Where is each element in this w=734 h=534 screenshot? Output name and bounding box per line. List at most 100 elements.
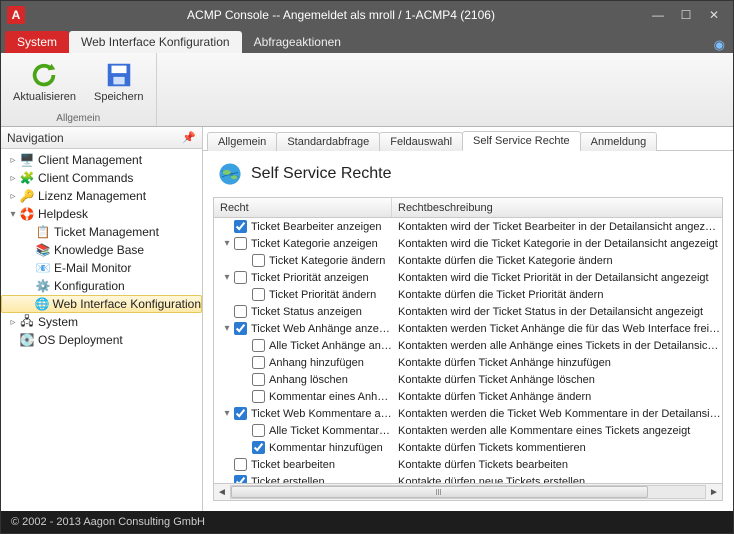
- right-checkbox[interactable]: [252, 373, 265, 386]
- right-label: Ticket Web Anhänge anzeigen: [251, 323, 392, 335]
- scroll-track[interactable]: [230, 485, 706, 499]
- table-row[interactable]: Ticket Kategorie ändernKontakte dürfen d…: [214, 252, 722, 269]
- right-label: Kommentar eines Anhan...: [269, 391, 392, 403]
- right-checkbox[interactable]: [252, 424, 265, 437]
- right-description: Kontakten wird die Ticket Kategorie in d…: [392, 238, 722, 250]
- table-row[interactable]: Ticket Status anzeigenKontakten wird der…: [214, 303, 722, 320]
- right-checkbox[interactable]: [234, 271, 247, 284]
- lifebuoy-icon: 🛟: [19, 206, 35, 222]
- navigation-tree: ▹🖥️Client Management ▹🧩Client Commands ▹…: [1, 149, 202, 511]
- tab-system[interactable]: System: [5, 31, 69, 53]
- right-checkbox[interactable]: [252, 356, 265, 369]
- table-row[interactable]: Alle Ticket Kommentare a...Kontakten wer…: [214, 422, 722, 439]
- right-label: Anhang hinzufügen: [269, 357, 364, 369]
- right-label: Alle Ticket Anhänge anze...: [269, 340, 392, 352]
- horizontal-scrollbar[interactable]: ◄ ►: [214, 483, 722, 500]
- table-row[interactable]: Anhang hinzufügenKontakte dürfen Ticket …: [214, 354, 722, 371]
- close-button[interactable]: ✕: [707, 8, 721, 22]
- table-row[interactable]: Ticket bearbeitenKontakte dürfen Tickets…: [214, 456, 722, 473]
- tree-client-management[interactable]: ▹🖥️Client Management: [1, 151, 202, 169]
- tree-helpdesk[interactable]: ▾🛟Helpdesk: [1, 205, 202, 223]
- tree-lizenz-management[interactable]: ▹🔑Lizenz Management: [1, 187, 202, 205]
- scroll-thumb[interactable]: [231, 486, 648, 498]
- right-checkbox[interactable]: [234, 220, 247, 233]
- status-bar: © 2002 - 2013 Aagon Consulting GmbH: [1, 511, 733, 533]
- right-description: Kontakten werden Ticket Anhänge die für …: [392, 323, 722, 335]
- tree-client-commands[interactable]: ▹🧩Client Commands: [1, 169, 202, 187]
- table-row[interactable]: ▾ Ticket Kategorie anzeigen Kontakten wird…: [214, 235, 722, 252]
- right-label: Alle Ticket Kommentare a...: [269, 425, 392, 437]
- save-label: Speichern: [94, 91, 144, 103]
- tree-web-interface-konfiguration[interactable]: 🌐Web Interface Konfiguration: [1, 295, 202, 313]
- right-checkbox[interactable]: [252, 288, 265, 301]
- right-label: Ticket erstellen: [251, 476, 325, 484]
- right-description: Kontakten wird der Ticket Bearbeiter in …: [392, 221, 722, 233]
- table-row[interactable]: ▾Ticket Web Kommentare anz...Kontakten w…: [214, 405, 722, 422]
- right-checkbox[interactable]: [252, 339, 265, 352]
- scroll-left-arrow[interactable]: ◄: [214, 484, 230, 500]
- grid-header: Recht Rechtbeschreibung: [214, 198, 722, 218]
- expand-toggle[interactable]: ▾: [220, 323, 234, 334]
- right-checkbox[interactable]: [234, 407, 247, 420]
- tab-feldauswahl[interactable]: Feldauswahl: [379, 132, 463, 151]
- refresh-button[interactable]: Aktualisieren: [9, 57, 80, 105]
- ticket-icon: 📋: [35, 224, 51, 240]
- col-recht[interactable]: Recht: [214, 198, 392, 217]
- right-checkbox[interactable]: [252, 390, 265, 403]
- table-row[interactable]: Anhang löschenKontakte dürfen Ticket Anh…: [214, 371, 722, 388]
- minimize-button[interactable]: —: [651, 8, 665, 22]
- table-row[interactable]: Kommentar hinzufügenKontakte dürfen Tick…: [214, 439, 722, 456]
- table-row[interactable]: Ticket Priorität ändernKontakte dürfen d…: [214, 286, 722, 303]
- right-label: Ticket bearbeiten: [251, 459, 335, 471]
- expand-toggle[interactable]: ▾: [220, 408, 234, 419]
- table-row[interactable]: Kommentar eines Anhan...Kontakte dürfen …: [214, 388, 722, 405]
- table-row[interactable]: Ticket Bearbeiter anzeigenKontakten wird…: [214, 218, 722, 235]
- right-description: Kontakten wird der Ticket Status in der …: [392, 306, 722, 318]
- tree-konfiguration[interactable]: ⚙️Konfiguration: [1, 277, 202, 295]
- mail-icon: 📧: [35, 260, 51, 276]
- right-description: Kontakten werden alle Anhänge eines Tick…: [392, 340, 722, 352]
- right-checkbox[interactable]: [234, 305, 247, 318]
- ribbon-tabstrip: System Web Interface Konfiguration Abfra…: [1, 29, 733, 53]
- right-label: Ticket Kategorie ändern: [269, 255, 385, 267]
- right-checkbox[interactable]: [252, 441, 265, 454]
- right-description: Kontakte dürfen Ticket Anhänge löschen: [392, 374, 722, 386]
- table-row[interactable]: ▾ Ticket Priorität anzeigen Kontakten wird…: [214, 269, 722, 286]
- tab-web-interface-konfiguration[interactable]: Web Interface Konfiguration: [69, 31, 242, 53]
- table-row[interactable]: Ticket erstellenKontakte dürfen neue Tic…: [214, 473, 722, 483]
- help-icon[interactable]: ◉: [714, 37, 725, 53]
- right-label: Ticket Priorität anzeigen: [251, 272, 369, 284]
- col-rechtbeschreibung[interactable]: Rechtbeschreibung: [392, 198, 722, 217]
- right-checkbox[interactable]: [234, 458, 247, 471]
- right-label: Ticket Kategorie anzeigen: [251, 238, 378, 250]
- table-row[interactable]: Alle Ticket Anhänge anze...Kontakten wer…: [214, 337, 722, 354]
- book-icon: 📚: [35, 242, 51, 258]
- tree-os-deployment[interactable]: 💽OS Deployment: [1, 331, 202, 349]
- save-button[interactable]: Speichern: [90, 57, 148, 105]
- tree-email-monitor[interactable]: 📧E-Mail Monitor: [1, 259, 202, 277]
- scroll-right-arrow[interactable]: ►: [706, 484, 722, 500]
- right-checkbox[interactable]: [234, 475, 247, 483]
- tree-system[interactable]: ▹🖧System: [1, 313, 202, 331]
- ribbon-group-label: Allgemein: [56, 113, 100, 124]
- copyright: © 2002 - 2013 Aagon Consulting GmbH: [11, 516, 205, 528]
- right-checkbox[interactable]: [234, 237, 247, 250]
- gear-icon: ⚙️: [35, 278, 51, 294]
- expand-toggle[interactable]: ▾: [220, 238, 234, 249]
- right-description: Kontakten werden die Ticket Web Kommenta…: [392, 408, 722, 420]
- expand-toggle[interactable]: ▾: [220, 272, 234, 283]
- right-description: Kontakten wird die Ticket Priorität in d…: [392, 272, 722, 284]
- app-window: A ACMP Console -- Angemeldet als mroll /…: [0, 0, 734, 534]
- tree-ticket-management[interactable]: 📋Ticket Management: [1, 223, 202, 241]
- right-checkbox[interactable]: [234, 322, 247, 335]
- tab-abfrageaktionen[interactable]: Abfrageaktionen: [242, 31, 353, 53]
- tree-knowledge-base[interactable]: 📚Knowledge Base: [1, 241, 202, 259]
- maximize-button[interactable]: ☐: [679, 8, 693, 22]
- tab-standardabfrage[interactable]: Standardabfrage: [276, 132, 380, 151]
- tab-anmeldung[interactable]: Anmeldung: [580, 132, 658, 151]
- right-checkbox[interactable]: [252, 254, 265, 267]
- tab-allgemein[interactable]: Allgemein: [207, 132, 277, 151]
- pin-icon[interactable]: 📌: [182, 131, 196, 144]
- tab-self-service-rechte[interactable]: Self Service Rechte: [462, 131, 581, 151]
- table-row[interactable]: ▾ Ticket Web Anhänge anzeigenKontakten we…: [214, 320, 722, 337]
